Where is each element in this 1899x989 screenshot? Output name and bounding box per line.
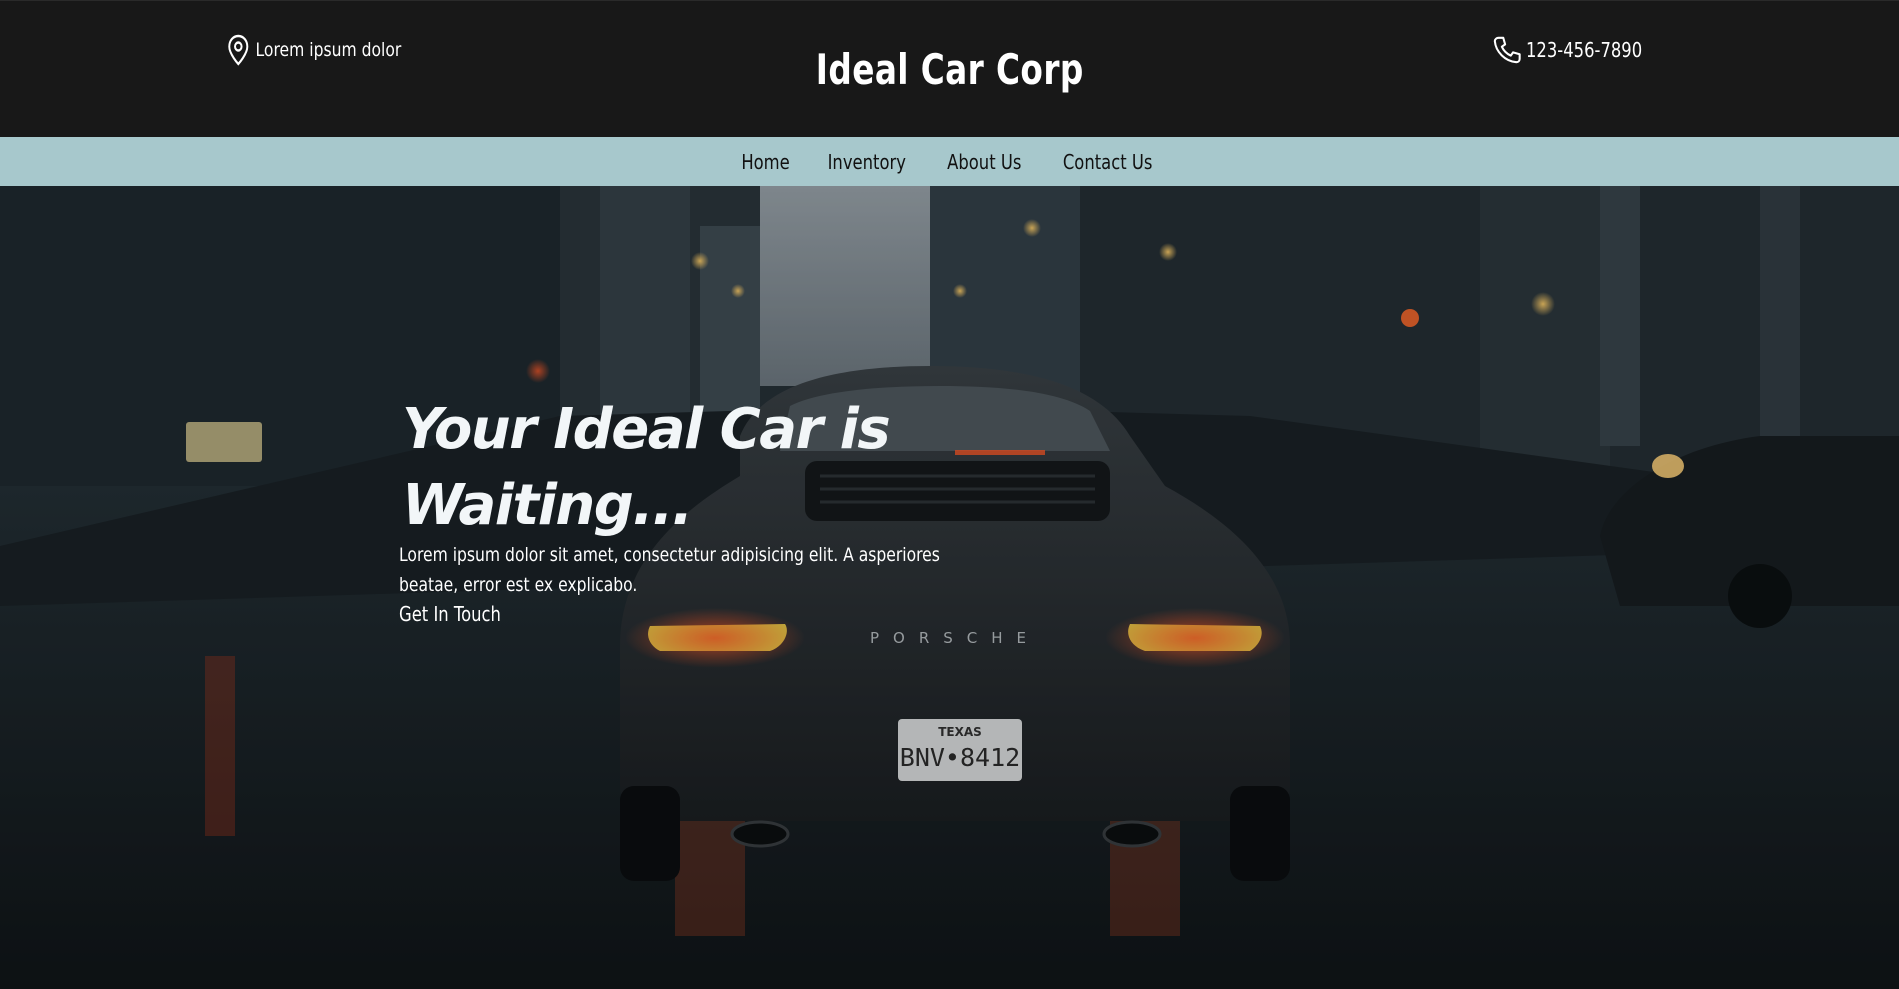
hero-headline: Your Ideal Car is Waiting... [402,397,891,538]
nav-item-home[interactable]: Home [732,150,800,174]
main-nav: Home Inventory About Us Contact Us [0,137,1899,186]
top-header: Lorem ipsum dolor Ideal Car Corp 123-456… [0,0,1899,137]
phone-number: 123-456-7890 [1526,38,1643,62]
hero-subtext: Lorem ipsum dolor sit amet, consectetur … [399,544,940,596]
nav-item-about-us[interactable]: About Us [937,150,1031,174]
nav-item-contact-us[interactable]: Contact Us [1053,150,1162,174]
get-in-touch-button[interactable]: Get In Touch [399,602,501,626]
page: Lorem ipsum dolor Ideal Car Corp 123-456… [0,0,1899,989]
hero-section: PORSCHE TEXAS BNV•8412 Your Ideal Car is… [0,186,1899,989]
phone-contact[interactable]: 123-456-7890 [1492,33,1668,67]
phone-icon [1492,33,1522,67]
nav-item-inventory[interactable]: Inventory [818,150,916,174]
